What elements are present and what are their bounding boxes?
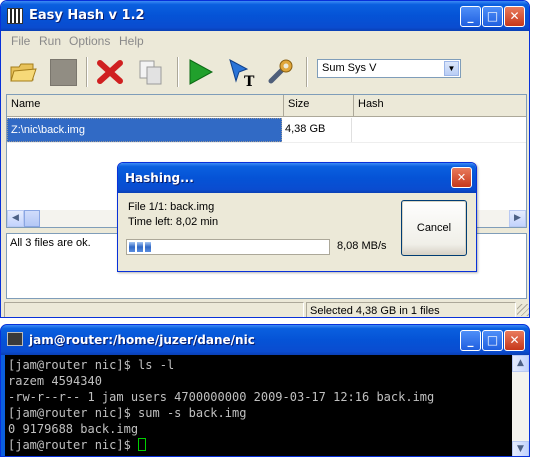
terminal-close-button[interactable]: ✕ — [504, 330, 525, 351]
open-folder-icon[interactable] — [8, 57, 38, 87]
progress-block — [145, 242, 151, 252]
toolbar-separator — [177, 57, 179, 87]
dialog-close-button[interactable]: ✕ — [451, 167, 472, 188]
progress-bar — [126, 239, 330, 255]
chevron-down-icon[interactable]: ▼ — [444, 61, 459, 76]
scroll-thumb[interactable] — [24, 210, 40, 227]
speed-text: 8,08 MB/s — [337, 240, 387, 252]
algorithm-select[interactable]: Sum Sys V ▼ — [317, 59, 461, 78]
run-icon[interactable] — [185, 57, 215, 87]
scroll-right-icon[interactable]: ▶ — [509, 210, 526, 227]
log-text: All 3 files are ok. — [10, 237, 91, 249]
dialog-title: Hashing... — [125, 171, 194, 185]
progress-block — [129, 242, 135, 252]
terminal-line: -rw-r--r-- 1 jam users 4700000000 2009-0… — [8, 390, 435, 404]
maximize-button[interactable]: □ — [482, 6, 503, 27]
svg-text:T: T — [244, 74, 255, 87]
window-title: Easy Hash v 1.2 — [29, 8, 145, 23]
resize-grip-icon[interactable] — [517, 304, 529, 316]
app-icon — [7, 8, 23, 24]
terminal-line: 0 9179688 back.img — [8, 422, 139, 436]
scroll-left-icon[interactable]: ◀ — [7, 210, 24, 227]
terminal-prompt-line: [jam@router nic]$ — [8, 437, 512, 453]
time-left-text: Time left: 8,02 min — [128, 216, 219, 228]
close-button[interactable]: ✕ — [504, 6, 525, 27]
terminal-line: razem 4594340 — [8, 374, 102, 388]
column-header-name[interactable]: Name — [7, 95, 284, 117]
terminal-title: jam@router:/home/juzer/dane/nic — [29, 333, 255, 347]
terminal-maximize-button[interactable]: □ — [482, 330, 503, 351]
menu-options[interactable]: Options — [69, 34, 110, 48]
menu-run[interactable]: Run — [39, 34, 61, 48]
menu-help[interactable]: Help — [119, 34, 144, 48]
easy-hash-window: Easy Hash v 1.2 _ □ ✕ File Run Options H… — [0, 0, 530, 318]
file-progress-text: File 1/1: back.img — [128, 201, 215, 213]
dialog-title-bar[interactable]: Hashing... ✕ — [118, 163, 476, 193]
menu-file[interactable]: File — [11, 34, 30, 48]
hash-text-icon[interactable]: T — [227, 57, 257, 87]
title-bar[interactable]: Easy Hash v 1.2 _ □ ✕ — [1, 1, 529, 31]
status-bar: Selected 4,38 GB in 1 files — [1, 301, 529, 317]
menu-bar: File Run Options Help — [1, 31, 529, 51]
terminal-window: jam@router:/home/juzer/dane/nic _ □ ✕ [j… — [0, 324, 530, 457]
row-size: 4,38 GB — [282, 118, 352, 142]
column-header-hash[interactable]: Hash — [354, 95, 526, 117]
row-hash — [353, 118, 525, 142]
hashing-dialog: Hashing... ✕ File 1/1: back.img Time lef… — [117, 162, 477, 272]
column-header-size[interactable]: Size — [284, 95, 354, 117]
toolbar-separator — [306, 57, 308, 87]
scroll-down-icon[interactable]: ▼ — [512, 441, 529, 456]
terminal-icon — [7, 332, 23, 346]
terminal-line: [jam@router nic]$ sum -s back.img — [8, 406, 247, 420]
terminal-prompt: [jam@router nic]$ — [8, 438, 139, 452]
terminal-screen[interactable]: [jam@router nic]$ ls -l razem 4594340 -r… — [5, 355, 512, 456]
settings-wrench-icon[interactable] — [265, 57, 295, 87]
status-text: Selected 4,38 GB in 1 files — [306, 302, 516, 317]
toolbar: T Sum Sys V ▼ — [1, 51, 529, 93]
row-name: Z:\nic\back.img — [7, 118, 282, 142]
delete-icon[interactable] — [95, 57, 125, 87]
status-pane-left — [4, 302, 304, 317]
row-gridline — [7, 142, 526, 143]
terminal-title-bar[interactable]: jam@router:/home/juzer/dane/nic _ □ ✕ — [1, 325, 529, 355]
terminal-cursor — [138, 438, 147, 451]
progress-block — [137, 242, 143, 252]
stop-icon[interactable] — [50, 59, 77, 86]
scroll-up-icon[interactable]: ▲ — [512, 355, 529, 372]
terminal-minimize-button[interactable]: _ — [460, 330, 481, 351]
cancel-button[interactable]: Cancel — [401, 200, 467, 256]
terminal-scrollbar[interactable]: ▲ ▼ — [512, 355, 529, 456]
algorithm-value: Sum Sys V — [322, 62, 377, 74]
minimize-button[interactable]: _ — [460, 6, 481, 27]
copy-icon[interactable] — [136, 57, 166, 87]
terminal-line: [jam@router nic]$ ls -l — [8, 358, 175, 372]
toolbar-separator — [86, 57, 88, 87]
